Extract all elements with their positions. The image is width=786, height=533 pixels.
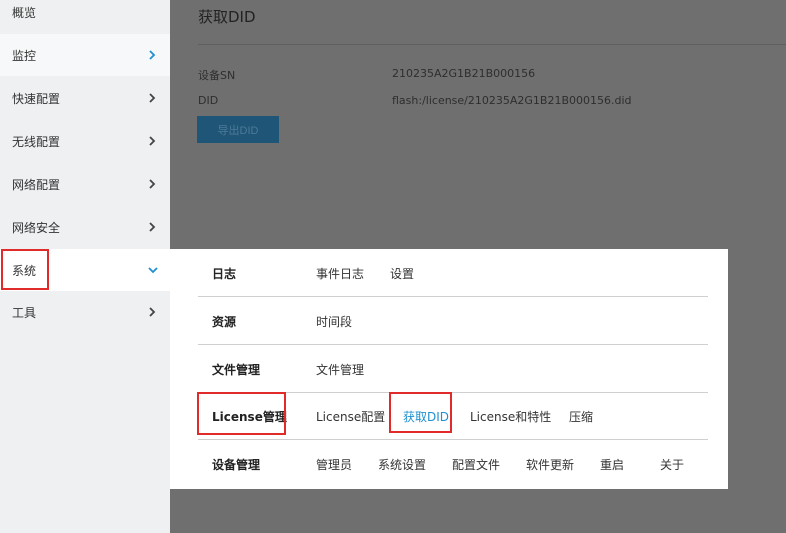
sidebar-item-tools[interactable]: 工具 <box>0 291 170 333</box>
submenu-item-event-log[interactable]: 事件日志 <box>316 265 364 282</box>
chevron-right-icon <box>148 179 160 189</box>
submenu-item-get-did[interactable]: 获取DID <box>403 408 449 425</box>
group-label-log: 日志 <box>212 266 237 281</box>
sidebar-item-wireless-config[interactable]: 无线配置 <box>0 120 170 162</box>
sidebar-item-monitor[interactable]: 监控 <box>0 34 170 76</box>
submenu-item-license-features[interactable]: License和特性 <box>470 408 551 425</box>
chevron-right-icon <box>148 136 160 146</box>
submenu-group-resource: 资源 时间段 <box>198 297 708 345</box>
submenu-item-reboot[interactable]: 重启 <box>600 456 624 473</box>
sidebar-item-system[interactable]: 系统 <box>0 249 170 291</box>
submenu-group-log: 日志 事件日志 设置 <box>198 249 708 297</box>
submenu-item-time-range[interactable]: 时间段 <box>316 313 352 330</box>
submenu-group-license: License管理 License配置 获取DID License和特性 压缩 <box>198 392 708 440</box>
device-sn-value: 210235A2G1B21B000156 <box>392 67 536 80</box>
submenu-item-admin[interactable]: 管理员 <box>316 456 352 473</box>
sidebar-item-label: 无线配置 <box>12 134 61 149</box>
sidebar-item-label: 监控 <box>12 48 37 63</box>
did-label: DID <box>198 94 219 107</box>
system-submenu: 日志 事件日志 设置 资源 时间段 文件管理 文件管理 License管理 Li… <box>170 249 728 489</box>
group-label-device: 设备管理 <box>212 457 261 472</box>
sidebar-item-label: 快速配置 <box>12 91 61 106</box>
submenu-item-software-update[interactable]: 软件更新 <box>526 456 574 473</box>
sidebar-item-quick-config[interactable]: 快速配置 <box>0 77 170 119</box>
submenu-item-compress[interactable]: 压缩 <box>569 408 593 425</box>
group-label-file: 文件管理 <box>212 362 261 377</box>
sidebar-item-label: 概览 <box>12 5 37 20</box>
chevron-right-icon <box>148 93 160 103</box>
did-value: flash:/license/210235A2G1B21B000156.did <box>392 94 632 107</box>
sidebar-item-network-security[interactable]: 网络安全 <box>0 206 170 248</box>
chevron-down-icon <box>148 266 160 274</box>
submenu-item-log-settings[interactable]: 设置 <box>390 265 414 282</box>
submenu-group-device: 设备管理 管理员 系统设置 配置文件 软件更新 重启 关于 <box>198 440 708 488</box>
sidebar-item-label: 网络安全 <box>12 220 61 235</box>
sidebar-item-network-config[interactable]: 网络配置 <box>0 163 170 205</box>
chevron-right-icon <box>148 50 160 60</box>
page-title: 获取DID <box>198 8 256 26</box>
sidebar-item-label: 工具 <box>12 305 37 320</box>
submenu-group-file: 文件管理 文件管理 <box>198 345 708 393</box>
sidebar-item-label: 系统 <box>12 263 37 278</box>
submenu-item-license-config[interactable]: License配置 <box>316 408 385 425</box>
title-divider <box>198 44 786 45</box>
submenu-item-system-settings[interactable]: 系统设置 <box>378 456 426 473</box>
chevron-right-icon <box>148 222 160 232</box>
device-sn-label: 设备SN <box>198 69 236 82</box>
sidebar-item-label: 网络配置 <box>12 177 61 192</box>
sidebar: 概览 监控 快速配置 无线配置 网络配置 网络安全 系统 工具 <box>0 0 170 533</box>
export-did-button[interactable]: 导出DID <box>197 116 279 143</box>
sidebar-item-overview[interactable]: 概览 <box>0 0 170 33</box>
group-label-license: License管理 <box>212 409 287 424</box>
chevron-right-icon <box>148 307 160 317</box>
submenu-item-about[interactable]: 关于 <box>660 456 684 473</box>
submenu-item-config-file[interactable]: 配置文件 <box>452 456 500 473</box>
group-label-resource: 资源 <box>212 314 237 329</box>
submenu-item-file-management[interactable]: 文件管理 <box>316 361 364 378</box>
